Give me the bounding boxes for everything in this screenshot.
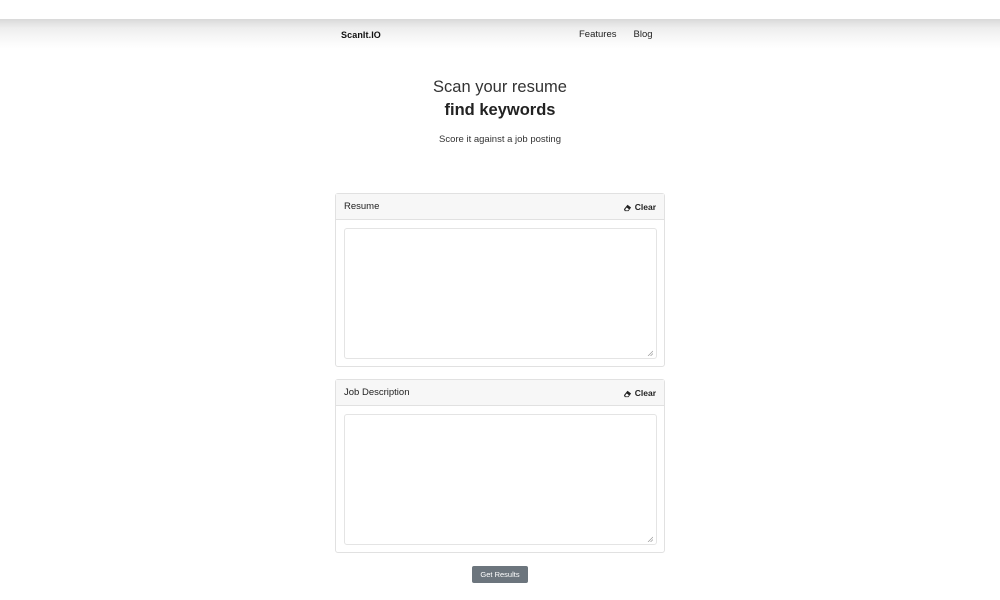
job-card-title: Job Description xyxy=(344,387,410,398)
nav-link-blog[interactable]: Blog xyxy=(634,29,653,40)
resume-card-header: Resume Clear xyxy=(336,194,664,220)
resume-card: Resume Clear xyxy=(335,193,665,367)
eraser-icon xyxy=(623,204,631,211)
resume-clear-label: Clear xyxy=(634,202,656,212)
job-description-textarea[interactable] xyxy=(344,414,657,545)
job-card-header: Job Description Clear xyxy=(336,380,664,406)
hero-title: Scan your resume xyxy=(433,78,567,96)
nav-link-features[interactable]: Features xyxy=(579,29,617,40)
job-clear-button[interactable]: Clear xyxy=(623,388,656,398)
get-results-button[interactable]: Get Results xyxy=(472,566,528,583)
hero-tagline: Score it against a job posting xyxy=(439,134,561,145)
job-clear-label: Clear xyxy=(634,388,656,398)
navbar: ScanIt.IO Features Blog xyxy=(0,19,1000,49)
resume-card-title: Resume xyxy=(344,201,380,212)
resume-textarea[interactable] xyxy=(344,228,657,359)
nav-links: Features Blog xyxy=(579,29,653,40)
resume-card-body xyxy=(336,220,664,367)
hero-subtitle: find keywords xyxy=(444,101,556,119)
resume-clear-button[interactable]: Clear xyxy=(623,202,656,212)
job-card-body xyxy=(336,406,664,553)
eraser-icon xyxy=(623,390,631,397)
job-description-card: Job Description Clear xyxy=(335,379,665,553)
brand-logo[interactable]: ScanIt.IO xyxy=(341,30,381,40)
